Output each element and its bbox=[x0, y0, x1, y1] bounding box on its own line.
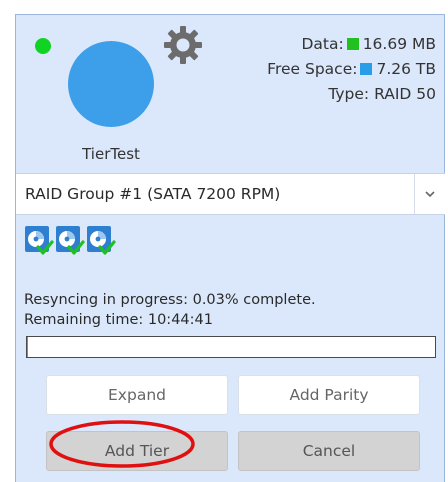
disk-ok-icon[interactable] bbox=[55, 222, 85, 258]
chevron-down-icon[interactable] bbox=[424, 189, 436, 199]
resync-progress-bar bbox=[26, 336, 436, 358]
tier-avatar bbox=[68, 41, 154, 127]
remaining-time-text: Remaining time: 10:44:41 bbox=[24, 312, 213, 328]
raid-group-selected: RAID Group #1 (SATA 7200 RPM) bbox=[25, 185, 281, 203]
cancel-button[interactable]: Cancel bbox=[238, 431, 420, 471]
type-stat: Type: RAID 50 bbox=[328, 85, 436, 103]
data-swatch bbox=[346, 38, 359, 50]
free-space-value: 7.26 TB bbox=[376, 60, 436, 78]
free-space-stat: Free Space: 7.26 TB bbox=[267, 60, 436, 78]
status-indicator bbox=[35, 38, 51, 54]
add-parity-button[interactable]: Add Parity bbox=[238, 375, 420, 415]
data-stat: Data: 16.69 MB bbox=[301, 35, 436, 53]
data-value: 16.69 MB bbox=[362, 35, 436, 53]
highlight-ellipse bbox=[49, 420, 195, 468]
resync-status: Resyncing in progress: 0.03% complete. R… bbox=[24, 290, 316, 330]
resync-progress-text: Resyncing in progress: 0.03% complete. bbox=[24, 292, 316, 308]
disk-ok-icon[interactable] bbox=[86, 222, 116, 258]
gear-icon[interactable] bbox=[163, 25, 203, 65]
disk-ok-icon[interactable] bbox=[24, 222, 54, 258]
tier-panel: TierTest Data: 16.69 MB Free Space: 7.26 T… bbox=[15, 14, 445, 482]
free-space-swatch bbox=[360, 63, 373, 75]
type-value: RAID 50 bbox=[374, 85, 436, 103]
raid-group-select[interactable]: RAID Group #1 (SATA 7200 RPM) bbox=[16, 173, 445, 215]
tier-stats: Data: 16.69 MB Free Space: 7.26 TB Type: R… bbox=[267, 32, 436, 107]
tier-name: TierTest bbox=[82, 145, 140, 163]
expand-button[interactable]: Expand bbox=[46, 375, 228, 415]
